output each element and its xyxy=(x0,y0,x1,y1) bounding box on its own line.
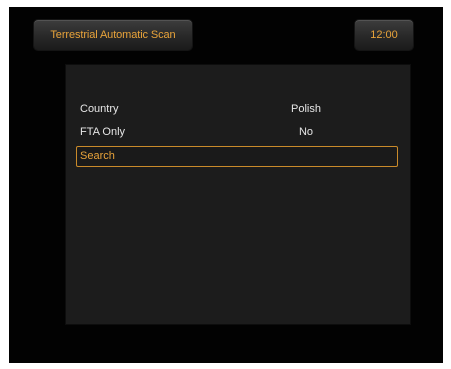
fta-only-value: No xyxy=(298,126,314,138)
tv-screen: Terrestrial Automatic Scan 12:00 Country… xyxy=(9,7,443,363)
menu-item-country[interactable]: Country Polish xyxy=(76,99,398,119)
menu-item-label: FTA Only xyxy=(80,126,126,138)
menu-item-search[interactable]: Search xyxy=(76,146,398,167)
menu-item-label: Country xyxy=(80,103,119,115)
menu-item-label: Search xyxy=(80,150,115,162)
screen-title: Terrestrial Automatic Scan xyxy=(34,20,192,50)
country-value: Polish xyxy=(291,103,321,115)
settings-panel: Country Polish FTA Only No Search xyxy=(65,64,411,325)
clock-display: 12:00 xyxy=(355,20,413,50)
menu-item-fta-only[interactable]: FTA Only No xyxy=(76,122,398,142)
